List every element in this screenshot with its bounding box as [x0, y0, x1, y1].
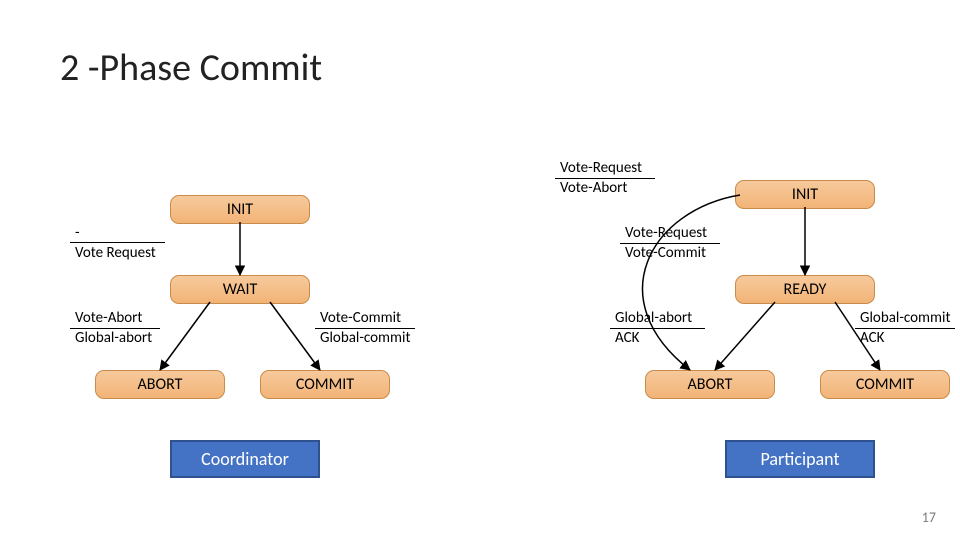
- state-part-init: INIT: [735, 180, 875, 209]
- edge-label-init-wait-action: Vote Request: [75, 245, 156, 262]
- edge-label-wait-commit-event: Vote-Commit: [320, 310, 401, 327]
- state-coord-commit: COMMIT: [260, 370, 390, 399]
- page-title: 2 -Phase Commit: [60, 45, 322, 91]
- state-coord-wait: WAIT: [170, 275, 310, 304]
- page-number: 17: [922, 509, 936, 526]
- state-part-commit: COMMIT: [820, 370, 950, 399]
- edge-label-init-ready-action: Vote-Commit: [625, 245, 706, 262]
- edge-label-wait-commit-action: Global-commit: [320, 330, 410, 347]
- edge-label-init-abort-action: Vote-Abort: [560, 180, 627, 197]
- edge-label-ready-abort-event: Global-abort: [615, 310, 692, 327]
- edge-rule: [70, 242, 165, 243]
- slide: 2 -Phase Commit INIT WAIT ABORT COMMIT -…: [0, 0, 960, 540]
- edge-label-init-abort-event: Vote-Request: [560, 160, 642, 177]
- state-coord-abort: ABORT: [95, 370, 225, 399]
- state-coord-init: INIT: [170, 195, 310, 224]
- edge-label-ready-abort-action: ACK: [615, 330, 639, 347]
- edge-label-ready-commit-event: Global-commit: [860, 310, 950, 327]
- edge-label-ready-commit-action: ACK: [860, 330, 884, 347]
- edge-label-init-wait-event: -: [75, 225, 80, 242]
- role-participant: Participant: [725, 440, 875, 478]
- edge-label-wait-abort-action: Global-abort: [75, 330, 152, 347]
- state-part-ready: READY: [735, 275, 875, 304]
- edge-label-wait-abort-event: Vote-Abort: [75, 310, 142, 327]
- edge-label-init-ready-event: Vote-Request: [625, 225, 707, 242]
- state-part-abort: ABORT: [645, 370, 775, 399]
- role-coordinator: Coordinator: [170, 440, 320, 478]
